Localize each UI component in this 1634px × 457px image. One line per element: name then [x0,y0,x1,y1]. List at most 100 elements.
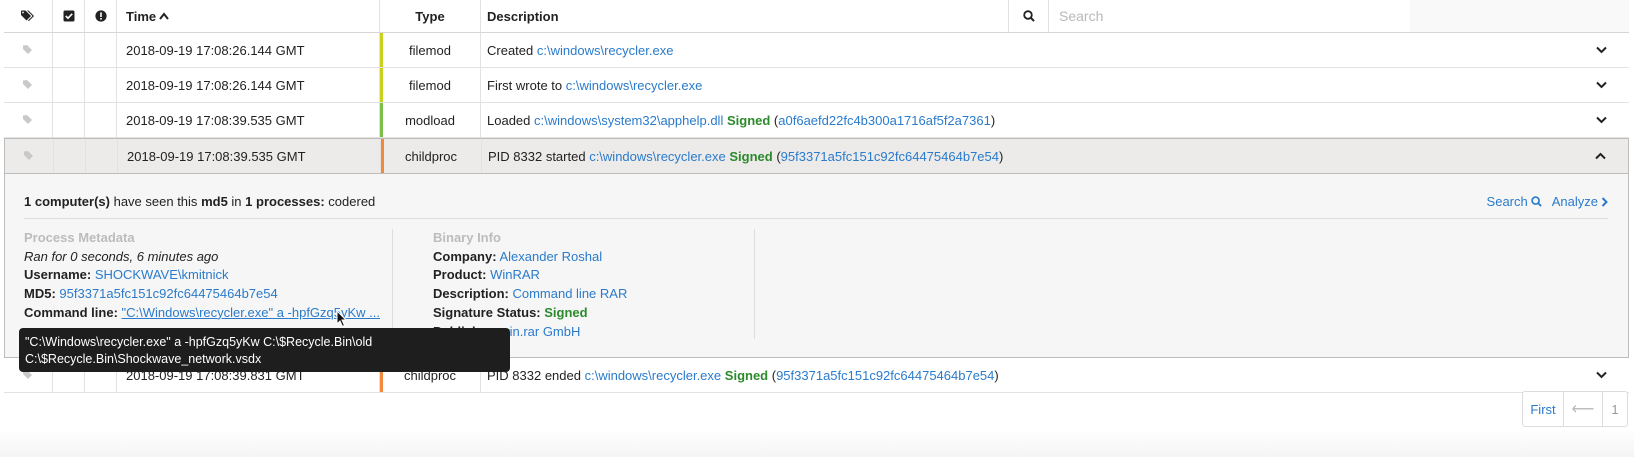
pagination: First ⟵ 1 [1522,391,1628,427]
description-header-label: Description [487,8,559,24]
file-path-link[interactable]: c:\windows\recycler.exe [566,78,703,93]
chevron-down-icon[interactable] [1596,116,1607,124]
row-type-cell: filemod [380,68,480,102]
search-icon [1023,10,1035,22]
time-column-header[interactable]: Time [117,0,380,32]
chevron-down-icon[interactable] [1596,46,1607,54]
row-alert-cell [86,139,118,173]
current-page-number[interactable]: 1 [1603,392,1627,426]
description-link[interactable]: Command line RAR [512,286,627,301]
exclamation-circle-icon [94,10,107,22]
md5-link[interactable]: 95f3371a5fc151c92fc64475464b7e54 [59,286,277,301]
search-action-link[interactable]: Search [1487,194,1542,209]
row-alert-cell [85,103,117,137]
type-color-bar [380,68,383,102]
row-type: filemod [409,77,451,93]
tag-icon [23,45,32,54]
row-type: filemod [409,42,451,58]
company-label: Company: [433,248,497,264]
row-time: 2018-09-19 17:08:39.535 GMT [118,139,381,173]
company-link[interactable]: Alexander Roshal [499,249,602,264]
row-description: First wrote to c:\windows\recycler.exe [480,68,1629,102]
ran-for-text: Ran for 0 seconds, 6 minutes ago [24,248,219,264]
description-text: Created [487,42,534,58]
file-path-link[interactable]: c:\windows\recycler.exe [589,149,726,164]
description-text: PID 8332 started [488,148,586,164]
publisher-link[interactable]: win.rar GmbH [500,324,580,339]
chevron-down-icon[interactable] [1596,81,1607,89]
previous-page-button[interactable]: ⟵ [1564,392,1603,426]
type-column-header[interactable]: Type [380,0,480,32]
row-type-cell: modload [380,103,480,137]
row-tag-cell[interactable] [5,139,54,173]
hash-link[interactable]: 95f3371a5fc151c92fc64475464b7e54 [776,368,994,383]
signature-status-label: Signature Status: [433,304,541,320]
tag-column-header[interactable] [4,0,53,32]
header-filler [1410,0,1629,32]
signed-badge: Signed [729,148,773,164]
type-color-bar [380,33,383,67]
row-type: childproc [404,148,458,164]
detail-actions: Search Analyze [1487,194,1608,209]
file-path-link[interactable]: c:\windows\recycler.exe [585,368,722,383]
table-row-selected[interactable]: 2018-09-19 17:08:39.535 GMT childproc PI… [4,138,1629,174]
row-check-cell[interactable] [53,33,85,67]
search-button[interactable] [1008,0,1049,32]
hash-link[interactable]: 95f3371a5fc151c92fc64475464b7e54 [781,149,999,164]
search-input[interactable] [1049,0,1411,33]
row-description: PID 8332 ended c:\windows\recycler.exe S… [480,358,1629,392]
signed-badge: Signed [724,367,769,383]
row-check-cell[interactable] [53,103,85,137]
file-path-link[interactable]: c:\windows\system32\apphelp.dll [534,113,723,128]
search-icon [1531,196,1542,207]
signed-badge: Signed [726,112,771,128]
chevron-right-icon [1601,196,1608,207]
chevron-down-icon[interactable] [1596,371,1607,379]
mouse-cursor-icon [336,310,348,328]
alert-column-header[interactable] [85,0,117,32]
summary-in: in [231,194,242,209]
summary-md5: md5 [201,194,228,209]
search-action-label: Search [1486,194,1528,209]
product-link[interactable]: WinRAR [490,267,540,282]
row-time: 2018-09-19 17:08:26.144 GMT [117,68,380,102]
type-header-label: Type [415,8,445,24]
description-text: First wrote to [487,77,563,93]
type-color-bar [380,103,383,137]
row-tag-cell[interactable] [4,33,53,67]
row-time: 2018-09-19 17:08:26.144 GMT [117,33,380,67]
product-label: Product: [433,267,487,283]
row-tag-cell[interactable] [4,68,53,102]
detail-divider [24,218,1608,219]
file-path-link[interactable]: c:\windows\recycler.exe [537,43,674,58]
row-description: Created c:\windows\recycler.exe [480,33,1629,67]
table-row[interactable]: 2018-09-19 17:08:26.144 GMT filemod Crea… [4,33,1629,68]
table-row[interactable]: 2018-09-19 17:08:26.144 GMT filemod Firs… [4,68,1629,103]
chevron-up-icon[interactable] [1595,152,1606,160]
analyze-action-link[interactable]: Analyze [1552,194,1608,209]
row-tag-cell[interactable] [4,103,53,137]
sort-ascending-icon [159,12,169,20]
tooltip-line-2: C:\$Recycle.Bin\Shockwave_network.vsdx [25,352,262,366]
binary-info-section: Binary Info Company: Alexander Roshal Pr… [433,229,743,341]
footer-shade [0,430,1634,457]
process-metadata-title: Process Metadata [24,230,135,245]
md5-summary: 1 computer(s) have seen this md5 in 1 pr… [24,194,375,209]
first-page-button[interactable]: First [1523,392,1564,426]
hash-link[interactable]: a0f6aefd22fc4b300a1716af5f2a7361 [778,113,991,128]
table-row[interactable]: 2018-09-19 17:08:39.535 GMT modload Load… [4,103,1629,138]
row-check-cell[interactable] [54,139,86,173]
signature-status: Signed [544,304,588,320]
row-description: Loaded c:\windows\system32\apphelp.dll S… [480,103,1629,137]
row-alert-cell [85,33,117,67]
search-field[interactable] [1048,0,1411,33]
summary-computer-count: 1 computer(s) [24,194,110,209]
check-column-header[interactable] [53,0,85,32]
command-line-label: Command line: [24,304,118,320]
grid-header: Time Type Description [4,0,1629,33]
username-link[interactable]: SHOCKWAVE\kmitnick [95,267,229,282]
row-check-cell[interactable] [53,68,85,102]
process-metadata-section: Process Metadata Ran for 0 seconds, 6 mi… [24,229,384,323]
tag-icon [23,80,32,89]
analyze-action-label: Analyze [1551,194,1598,209]
